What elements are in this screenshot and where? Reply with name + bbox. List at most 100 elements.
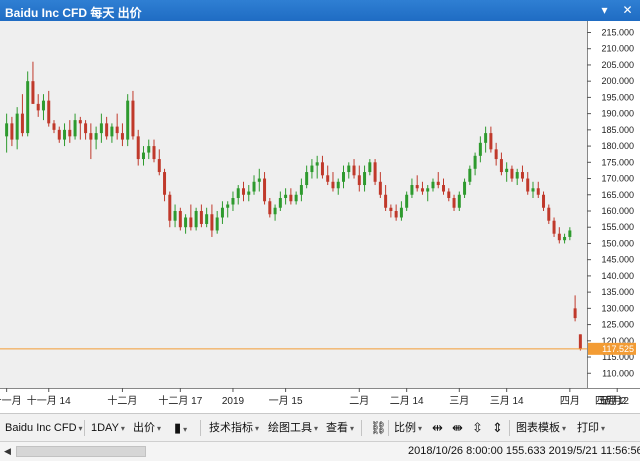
candle-up <box>110 126 114 137</box>
candle-up <box>94 133 98 140</box>
candle-up <box>368 162 372 173</box>
time-tick-label: 一月 15 <box>269 395 303 407</box>
candle-down <box>578 334 582 349</box>
window-title: Baidu Inc CFD 每天 出价 <box>5 6 142 20</box>
price-tick-label: 200.000 <box>601 76 634 86</box>
candle-down <box>378 181 382 195</box>
price-tick-label: 160.000 <box>601 206 634 216</box>
candle-up <box>405 194 409 208</box>
zoom-out-vertical-icon[interactable]: ⇕ <box>492 421 503 435</box>
horizontal-scrollbar[interactable] <box>16 446 146 457</box>
candle-up <box>294 194 298 202</box>
candle-up <box>431 181 435 189</box>
print-menu[interactable]: 打印 ▾ <box>577 421 605 435</box>
chart-template-label: 图表模板 <box>516 422 560 434</box>
chart-type-selector[interactable]: ▮ ▾ <box>174 421 187 435</box>
candle-down <box>452 198 456 208</box>
candle-down <box>520 172 524 179</box>
chevron-down-icon: ▾ <box>120 424 125 433</box>
zoom-out-horizontal-icon[interactable]: ⇼ <box>452 421 463 435</box>
candle-up <box>173 210 177 221</box>
candle-up <box>141 152 145 160</box>
candle-up <box>41 100 45 111</box>
candle-down <box>526 178 530 192</box>
price-tick-label: 180.000 <box>601 141 634 151</box>
candle-down <box>152 146 156 160</box>
toolbar-separator <box>84 420 85 436</box>
candle-down <box>68 129 72 137</box>
candle-up <box>63 129 67 140</box>
link-button[interactable]: ⛓ <box>370 421 387 435</box>
indicators-label: 技术指标 <box>209 422 253 434</box>
candle-up <box>473 155 477 169</box>
candle-down <box>542 194 546 208</box>
candle-down <box>178 210 182 228</box>
view-menu[interactable]: 查看 ▾ <box>326 421 354 435</box>
candle-up <box>73 120 77 137</box>
candle-up <box>273 207 277 215</box>
drawing-tools-menu[interactable]: 绘图工具 ▾ <box>268 421 318 435</box>
chevron-down-icon: ▾ <box>601 424 606 433</box>
price-tick-label: 140.000 <box>601 271 634 281</box>
symbol-selector[interactable]: Baidu Inc CFD ▾ <box>5 421 83 435</box>
zoom-in-horizontal-icon[interactable]: ⇹ <box>432 421 443 435</box>
candle-down <box>352 165 356 176</box>
chevron-down-icon: ▾ <box>157 424 162 433</box>
candle-down <box>241 188 245 195</box>
price-tick-label: 170.000 <box>601 174 634 184</box>
price-tick-label: 175.000 <box>601 157 634 167</box>
candle-up <box>194 210 198 228</box>
indicators-menu[interactable]: 技术指标 ▾ <box>209 421 259 435</box>
price-tick-label: 110.000 <box>602 368 634 378</box>
candle-down <box>320 162 324 176</box>
zoom-in-vertical-icon[interactable]: ⇳ <box>472 421 483 435</box>
scale-menu[interactable]: 比例 ▾ <box>394 421 422 435</box>
candle-up <box>236 188 240 199</box>
candle-up <box>184 217 188 228</box>
candle-up <box>568 230 572 237</box>
price-type-selector[interactable]: 出价 ▾ <box>133 421 161 435</box>
current-price-tag-text: 117.525 <box>602 344 634 354</box>
candle-up <box>220 207 224 218</box>
close-button[interactable]: ✕ <box>619 2 636 18</box>
price-tick-label: 165.000 <box>601 190 634 200</box>
candle-up <box>231 198 235 205</box>
toolbar-separator <box>361 420 362 436</box>
time-tick-label: 十一月 <box>0 394 22 407</box>
interval-selector[interactable]: 1DAY ▾ <box>91 421 125 435</box>
candle-down <box>552 220 556 234</box>
candle-down <box>157 159 161 173</box>
minimize-button[interactable]: ▾ <box>596 2 613 18</box>
candle-down <box>210 214 214 231</box>
candle-up <box>247 191 251 195</box>
candle-down <box>394 210 398 218</box>
symbol-label: Baidu Inc CFD <box>5 422 77 434</box>
candle-down <box>120 133 124 140</box>
candle-down <box>52 123 56 130</box>
time-tick-label: 五月 2 <box>598 395 627 407</box>
candle-icon: ▮ <box>174 420 182 435</box>
scroll-left-icon[interactable]: ◀ <box>4 446 11 457</box>
candle-down <box>199 210 203 224</box>
candle-up <box>515 172 519 179</box>
plot-background <box>0 21 587 388</box>
candle-down <box>189 217 193 228</box>
chart-area[interactable]: 215.000 210.000 205.000 200.000 195.000 190.0… <box>0 21 640 434</box>
candle-up <box>347 165 351 173</box>
candle-down <box>489 133 493 150</box>
price-tick-label: 215.000 <box>601 27 634 37</box>
chart-template-menu[interactable]: 图表模板 ▾ <box>516 421 566 435</box>
time-tick-label: 十二月 17 <box>158 394 202 407</box>
candle-down <box>105 123 109 137</box>
drawing-tools-label: 绘图工具 <box>268 422 312 434</box>
time-tick-label: 二月 14 <box>390 395 424 407</box>
candlestick-chart[interactable]: 215.000 210.000 205.000 200.000 195.000 190.0… <box>0 21 640 434</box>
price-tick-label: 195.000 <box>601 92 634 102</box>
candle-up <box>278 198 282 208</box>
candle-down <box>357 175 361 186</box>
link-icon: ⛓ <box>370 420 387 435</box>
candle-down <box>84 123 88 134</box>
candle-down <box>20 113 24 134</box>
candle-up <box>252 181 256 192</box>
price-tick-label: 190.000 <box>601 109 634 119</box>
